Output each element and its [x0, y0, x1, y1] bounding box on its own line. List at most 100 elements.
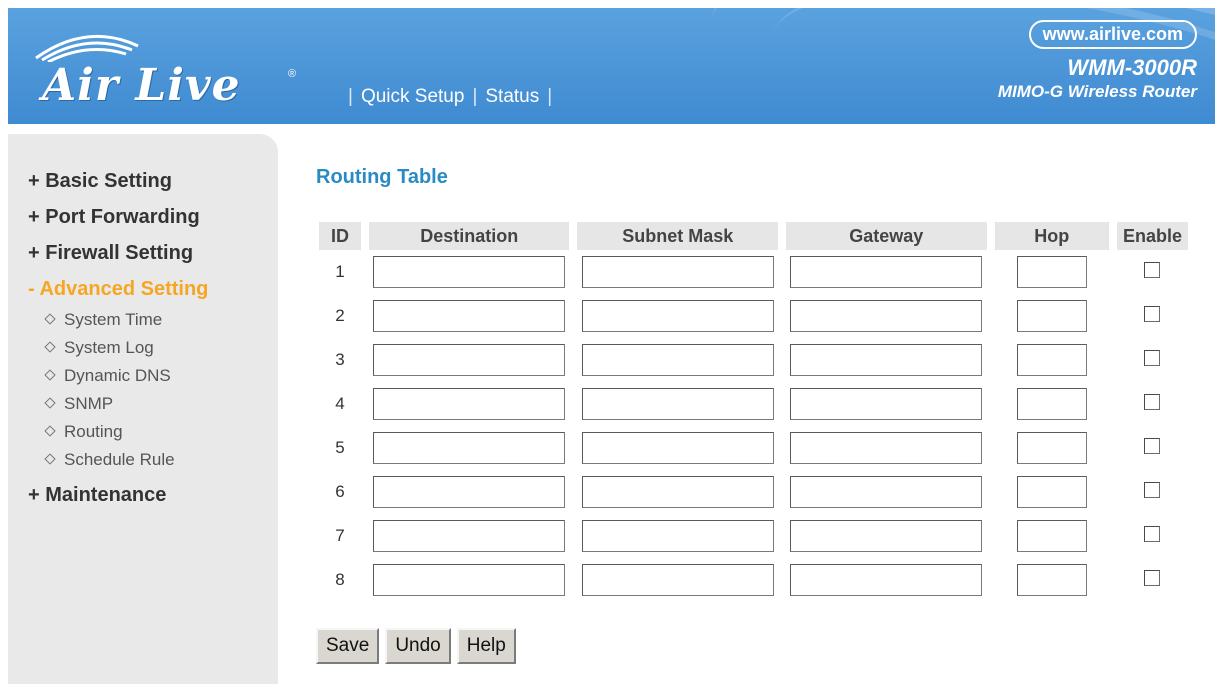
column-header-enable: Enable: [1116, 222, 1188, 250]
table-row: 7: [319, 514, 1188, 558]
destination-input[interactable]: [373, 476, 566, 508]
sidebar-item-basic-setting[interactable]: + Basic Setting: [28, 170, 208, 206]
sidebar-menu: + Basic Setting + Port Forwarding + Fire…: [28, 170, 208, 520]
save-button[interactable]: Save: [316, 628, 380, 664]
hop-input[interactable]: [1016, 300, 1087, 332]
destination-input[interactable]: [373, 300, 566, 332]
destination-input[interactable]: [373, 388, 566, 420]
table-row: 4: [319, 382, 1188, 426]
hop-input[interactable]: [1016, 520, 1087, 552]
nav-status[interactable]: Status: [485, 86, 539, 108]
subnet-mask-input[interactable]: [581, 476, 774, 508]
table-row: 8: [319, 558, 1188, 602]
row-id: 1: [335, 262, 345, 281]
enable-checkbox[interactable]: [1144, 437, 1161, 454]
diamond-bullet-icon: [44, 341, 56, 353]
subnet-mask-input[interactable]: [581, 520, 774, 552]
gateway-input[interactable]: [790, 476, 983, 508]
enable-checkbox[interactable]: [1144, 525, 1161, 542]
table-row: 1: [319, 250, 1188, 294]
submenu-label: Dynamic DNS: [64, 366, 171, 385]
model-name: WMM-3000R: [1067, 55, 1197, 80]
hop-input[interactable]: [1016, 344, 1087, 376]
hop-input[interactable]: [1016, 564, 1087, 596]
submenu-item-routing[interactable]: Routing: [28, 422, 208, 450]
gateway-input[interactable]: [790, 256, 983, 288]
airlive-logo[interactable]: Air Live ®: [30, 28, 310, 118]
brand-block: www.airlive.com WMM-3000R MIMO-G Wireles…: [998, 20, 1197, 102]
destination-input[interactable]: [373, 432, 566, 464]
table-row: 2: [319, 294, 1188, 338]
submenu-item-system-time[interactable]: System Time: [28, 310, 208, 338]
row-id: 5: [335, 438, 345, 457]
diamond-bullet-icon: [44, 369, 56, 381]
nav-quick-setup[interactable]: Quick Setup: [361, 86, 465, 108]
destination-input[interactable]: [373, 520, 566, 552]
help-button[interactable]: Help: [456, 628, 516, 664]
enable-checkbox[interactable]: [1144, 393, 1161, 410]
hop-input[interactable]: [1016, 476, 1087, 508]
column-header-id: ID: [319, 222, 361, 250]
subnet-mask-input[interactable]: [581, 344, 774, 376]
table-row: 5: [319, 426, 1188, 470]
routing-table: ID Destination Subnet Mask Gateway Hop E…: [311, 222, 1196, 602]
diamond-bullet-icon: [44, 313, 56, 325]
sidebar-item-port-forwarding[interactable]: + Port Forwarding: [28, 206, 208, 242]
sidebar-item-maintenance[interactable]: + Maintenance: [28, 484, 208, 520]
gateway-input[interactable]: [790, 432, 983, 464]
table-row: 3: [319, 338, 1188, 382]
undo-button[interactable]: Undo: [385, 628, 451, 664]
submenu-label: Schedule Rule: [64, 450, 175, 469]
gateway-input[interactable]: [790, 388, 983, 420]
enable-checkbox[interactable]: [1144, 481, 1161, 498]
action-buttons: Save Undo Help: [316, 628, 516, 664]
submenu-label: Routing: [64, 422, 123, 441]
enable-checkbox[interactable]: [1144, 261, 1161, 278]
enable-checkbox[interactable]: [1144, 305, 1161, 322]
column-header-destination: Destination: [368, 222, 570, 250]
subnet-mask-input[interactable]: [581, 388, 774, 420]
page-title: Routing Table: [316, 166, 448, 188]
enable-checkbox[interactable]: [1144, 349, 1161, 366]
model-subtitle: MIMO-G Wireless Router: [997, 82, 1197, 101]
diamond-bullet-icon: [44, 453, 56, 465]
header-banner: Air Live ® | Quick Setup | Status | www.…: [8, 8, 1215, 124]
submenu-item-dynamic-dns[interactable]: Dynamic DNS: [28, 366, 208, 394]
destination-input[interactable]: [373, 344, 566, 376]
submenu-label: System Time: [64, 310, 163, 329]
submenu-item-schedule-rule[interactable]: Schedule Rule: [28, 450, 208, 478]
hop-input[interactable]: [1016, 388, 1087, 420]
advanced-submenu: System Time System Log Dynamic DNS SNMP …: [28, 310, 208, 478]
main-content: Routing Table ID Destination Subnet Mask…: [316, 160, 1196, 664]
subnet-mask-input[interactable]: [581, 564, 774, 596]
gateway-input[interactable]: [790, 564, 983, 596]
sidebar: + Basic Setting + Port Forwarding + Fire…: [8, 134, 278, 684]
hop-input[interactable]: [1016, 256, 1087, 288]
subnet-mask-input[interactable]: [581, 256, 774, 288]
gateway-input[interactable]: [790, 520, 983, 552]
nav-separator: |: [348, 86, 353, 107]
row-id: 2: [335, 306, 345, 325]
submenu-label: SNMP: [64, 394, 114, 413]
subnet-mask-input[interactable]: [581, 300, 774, 332]
sidebar-item-firewall-setting[interactable]: + Firewall Setting: [28, 242, 208, 278]
gateway-input[interactable]: [790, 344, 983, 376]
destination-input[interactable]: [373, 256, 566, 288]
gateway-input[interactable]: [790, 300, 983, 332]
enable-checkbox[interactable]: [1144, 569, 1161, 586]
row-id: 6: [335, 482, 345, 501]
nav-separator: |: [472, 86, 478, 107]
logo-text: Air Live: [42, 60, 241, 111]
diamond-bullet-icon: [44, 397, 56, 409]
submenu-item-system-log[interactable]: System Log: [28, 338, 208, 366]
sidebar-item-advanced-setting[interactable]: - Advanced Setting: [28, 278, 208, 314]
wireless-waves-icon: [35, 34, 139, 62]
column-header-gateway: Gateway: [786, 222, 987, 250]
column-header-subnet-mask: Subnet Mask: [577, 222, 779, 250]
table-header-row: ID Destination Subnet Mask Gateway Hop E…: [319, 222, 1188, 250]
subnet-mask-input[interactable]: [581, 432, 774, 464]
submenu-item-snmp[interactable]: SNMP: [28, 394, 208, 422]
website-url[interactable]: www.airlive.com: [1028, 20, 1197, 49]
hop-input[interactable]: [1016, 432, 1087, 464]
destination-input[interactable]: [373, 564, 566, 596]
